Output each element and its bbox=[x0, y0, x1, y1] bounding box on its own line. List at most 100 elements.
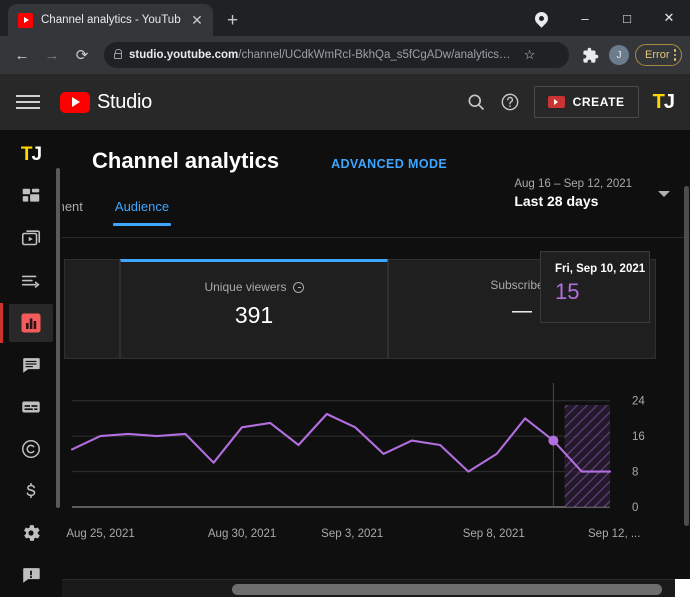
horizontal-scroll-thumb[interactable] bbox=[232, 584, 662, 595]
sidebar-item-dashboard[interactable] bbox=[9, 178, 53, 216]
youtube-studio-app: Studio CREATE bbox=[0, 74, 690, 597]
x-axis-tick-label: Aug 30, 2021 bbox=[208, 528, 276, 540]
sidebar-avatar-second: J bbox=[32, 144, 42, 165]
sidebar-item-settings[interactable] bbox=[9, 514, 53, 552]
tab-strip: Channel analytics - YouTube Stu ✕ + – □ … bbox=[0, 0, 690, 36]
bookmark-icon[interactable]: ☆ bbox=[518, 47, 542, 63]
metric-card-label: Unique viewers bbox=[204, 280, 286, 294]
tab-audience[interactable]: Audience bbox=[99, 196, 185, 226]
scrollbar-corner bbox=[675, 579, 690, 597]
incomplete-data-region bbox=[565, 405, 610, 507]
chart-gridlines bbox=[72, 401, 610, 507]
reload-button[interactable]: ⟳ bbox=[68, 41, 96, 69]
error-menu-button[interactable]: Error bbox=[635, 44, 682, 66]
x-axis-tick-label: Aug 25, 2021 bbox=[66, 528, 134, 540]
create-button[interactable]: CREATE bbox=[534, 86, 639, 118]
tooltip-value: 15 bbox=[555, 279, 649, 305]
maximize-button[interactable]: □ bbox=[606, 3, 648, 33]
sidebar-item-feedback[interactable] bbox=[9, 556, 53, 594]
line-chart-svg[interactable]: 0 8 16 24 bbox=[62, 375, 690, 535]
comment-icon bbox=[20, 354, 42, 376]
page-title: Channel analytics bbox=[92, 148, 279, 174]
search-icon[interactable] bbox=[466, 92, 486, 112]
back-button[interactable]: ← bbox=[8, 41, 36, 69]
sidebar-item-subtitles[interactable] bbox=[9, 388, 53, 426]
tab-title: Channel analytics - YouTube Stu bbox=[41, 14, 181, 26]
analytics-content: Channel analytics ADVANCED MODE ment Aud… bbox=[62, 130, 690, 597]
metric-card-unique-viewers[interactable]: Unique viewers 391 bbox=[120, 259, 388, 359]
help-icon[interactable] bbox=[500, 92, 520, 112]
close-window-button[interactable]: ✕ bbox=[648, 3, 690, 33]
studio-sidebar: TJ bbox=[0, 130, 62, 597]
kebab-menu-icon[interactable] bbox=[674, 49, 677, 61]
x-axis-tick-label: Sep 12, ... bbox=[588, 528, 640, 540]
date-range-text: Aug 16 – Sep 12, 2021 Last 28 days bbox=[514, 178, 632, 209]
url-text: studio.youtube.com/channel/UCdkWmRcI-Bkh… bbox=[129, 49, 511, 61]
avatar-initial-second: J bbox=[664, 91, 674, 113]
sidebar-item-playlists[interactable] bbox=[9, 262, 53, 300]
subtitles-icon bbox=[20, 396, 42, 418]
studio-header-actions: CREATE TJ bbox=[466, 86, 674, 118]
sidebar-item-comments[interactable] bbox=[9, 346, 53, 384]
lock-icon bbox=[114, 53, 122, 59]
sidebar-item-copyright[interactable] bbox=[9, 430, 53, 468]
studio-header: Studio CREATE bbox=[0, 74, 690, 130]
sidebar-item-monetization[interactable] bbox=[9, 472, 53, 510]
window-controls: – □ ✕ bbox=[535, 0, 690, 36]
sidebar-scrollbar[interactable] bbox=[56, 168, 60, 508]
bar-chart-icon bbox=[19, 311, 43, 335]
copyright-icon bbox=[20, 438, 42, 460]
studio-logo[interactable]: Studio bbox=[60, 91, 152, 114]
avatar-initial-first: T bbox=[653, 91, 664, 113]
minimize-button[interactable]: – bbox=[564, 3, 606, 33]
metric-card-value: 391 bbox=[121, 302, 387, 329]
metric-card-partial[interactable] bbox=[64, 259, 120, 359]
studio-logo-text: Studio bbox=[97, 91, 152, 114]
date-range-preset: Last 28 days bbox=[514, 193, 632, 209]
new-tab-button[interactable]: + bbox=[227, 11, 238, 30]
svg-text:0: 0 bbox=[632, 502, 638, 514]
sidebar-channel-avatar[interactable]: TJ bbox=[21, 144, 41, 166]
puzzle-glyph bbox=[582, 47, 599, 64]
tooltip-date: Fri, Sep 10, 2021 bbox=[555, 263, 649, 275]
chevron-down-icon[interactable] bbox=[658, 191, 670, 197]
chart-y-axis-labels: 0 8 16 24 bbox=[632, 396, 645, 514]
chart-tooltip: Fri, Sep 10, 2021 15 bbox=[540, 251, 650, 323]
playlist-icon bbox=[20, 270, 42, 292]
forward-button[interactable]: → bbox=[38, 41, 66, 69]
gear-icon bbox=[20, 522, 42, 544]
content-vertical-scrollbar[interactable] bbox=[684, 186, 689, 526]
tab-engagement[interactable]: ment bbox=[62, 196, 99, 226]
sidebar-item-analytics[interactable] bbox=[9, 304, 53, 342]
clock-icon bbox=[293, 282, 304, 293]
browser-window: Channel analytics - YouTube Stu ✕ + – □ … bbox=[0, 0, 690, 597]
dashboard-icon bbox=[20, 186, 42, 208]
url-domain: studio.youtube.com bbox=[129, 49, 238, 61]
create-button-label: CREATE bbox=[573, 95, 625, 109]
feedback-icon bbox=[20, 564, 42, 586]
chart-line-series bbox=[72, 414, 610, 472]
studio-body: TJ bbox=[0, 130, 690, 597]
browser-tab[interactable]: Channel analytics - YouTube Stu ✕ bbox=[8, 4, 213, 36]
svg-text:8: 8 bbox=[632, 467, 638, 479]
youtube-play-icon bbox=[60, 92, 90, 113]
date-range-span: Aug 16 – Sep 12, 2021 bbox=[514, 178, 632, 190]
date-range-selector[interactable]: Aug 16 – Sep 12, 2021 Last 28 days bbox=[514, 178, 670, 209]
svg-text:24: 24 bbox=[632, 396, 645, 408]
sidebar-item-content[interactable] bbox=[9, 220, 53, 258]
close-icon[interactable]: ✕ bbox=[189, 13, 205, 27]
account-avatar[interactable]: TJ bbox=[653, 91, 674, 114]
metric-card-label-wrap: Unique viewers bbox=[121, 280, 387, 294]
address-bar[interactable]: studio.youtube.com/channel/UCdkWmRcI-Bkh… bbox=[104, 42, 569, 68]
help-glyph bbox=[500, 92, 520, 112]
advanced-mode-link[interactable]: ADVANCED MODE bbox=[331, 157, 447, 171]
profile-avatar[interactable]: J bbox=[609, 45, 629, 65]
x-axis-tick-label: Sep 3, 2021 bbox=[321, 528, 383, 540]
location-pin-icon[interactable] bbox=[532, 9, 550, 27]
svg-text:16: 16 bbox=[632, 431, 645, 443]
hamburger-icon[interactable] bbox=[16, 95, 40, 109]
content-horizontal-scrollbar[interactable] bbox=[62, 579, 690, 597]
puzzle-icon[interactable] bbox=[577, 47, 603, 64]
video-camera-icon bbox=[548, 96, 565, 108]
browser-toolbar: ← → ⟳ studio.youtube.com/channel/UCdkWmR… bbox=[0, 36, 690, 74]
